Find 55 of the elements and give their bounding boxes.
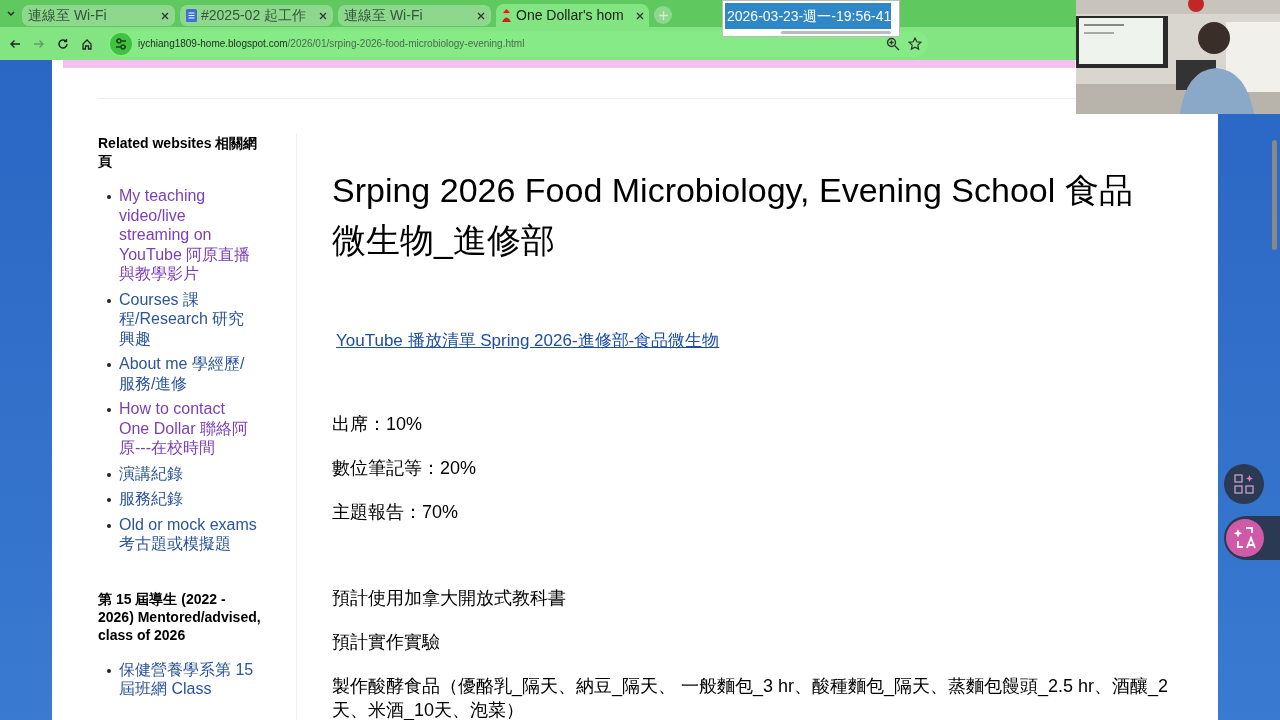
grid-sparkle-icon [1234,474,1254,494]
timestamp-text: 2026-03-23-週一-19:56-41 [725,3,891,29]
translate-icon [1226,519,1264,557]
document-icon [186,9,197,22]
address-bar[interactable]: iychiang1809-home.blogspot.com/2026/01/srping-2026-food-microbiology-evening.html [108,30,928,57]
close-icon[interactable] [319,11,327,20]
translate-button[interactable] [1224,516,1280,560]
browser-tab[interactable]: 連線至 Wi-Fi [22,5,175,26]
url-text: iychiang1809-home.blogspot.com/2026/01/srping-2026-food-microbiology-evening.html [138,37,525,51]
tab-title: 連線至 Wi-Fi [28,6,108,25]
bullet-icon [107,408,111,412]
close-icon[interactable] [161,11,169,20]
sidebar-link[interactable]: My teaching video/live streaming on YouTube 阿原直播與教學影片 [119,186,258,284]
paragraph: 製作酸酵食品（優酪乳_隔天、納豆_隔天、 一般麵包_3 hr、酸種麵包_隔天、蒸麵包饅頭_2.5 hr、酒釀_2天、米酒_10天、泡菜） [332,674,1170,720]
sidebar-link[interactable]: 保健營養學系第 15 屆班網 Class [119,659,258,699]
bullet-icon [107,472,111,477]
home-icon[interactable] [81,37,93,50]
bullet-icon [107,498,111,502]
sidebar-link[interactable]: About me 學經歷/服務/進修 [119,354,258,393]
bullet-icon [107,668,111,673]
scrollbar-thumb[interactable] [1272,140,1277,250]
browser-tab[interactable]: One Dollar's hom [496,4,649,27]
browser-tab[interactable]: 連線至 Wi-Fi [338,5,491,26]
tab-title: One Dollar's hom [516,6,625,25]
sidebar-link[interactable]: 演講紀錄 [119,463,258,483]
paragraph: 數位筆記等：20% [332,456,478,480]
bullet-icon [107,195,111,199]
back-arrow-icon[interactable] [9,37,21,50]
paragraph: 預計實作實驗 [332,630,441,654]
sidebar-heading: Related websites 相關網頁 [98,134,259,170]
post-title: Srping 2026 Food Microbiology, Evening School 食品微生物_進修部 [332,170,1134,261]
chevron-down-icon [7,10,15,16]
close-icon[interactable] [477,11,485,20]
site-info-icon[interactable] [110,32,132,55]
sidebar-link[interactable]: 服務紀錄 [119,489,258,509]
sidebar-heading: 第 15 屆導生 (2022 - 2026) Mentored/advised, class of 2026 [98,589,262,644]
paragraph: 出席：10% [332,412,424,436]
tab-title: #2025-02 起工作 [201,6,308,25]
sidebar-link[interactable]: Courses 課程/Research 研究興趣 [119,289,258,348]
paragraph: 主題報告：70% [332,500,460,524]
tab-title: 連線至 Wi-Fi [344,6,424,25]
close-icon[interactable] [636,11,644,20]
app-launcher-button[interactable] [1224,464,1264,504]
paragraph: 預計使用加拿大開放式教科書 [332,586,567,610]
bullet-icon [107,523,111,528]
playlist-link[interactable]: YouTube 播放清單 Spring 2026-進修部-食品微生物 [336,328,720,354]
bookmark-star-icon[interactable] [908,36,922,51]
reload-icon[interactable] [57,37,69,50]
sidebar-link[interactable]: How to contact One Dollar 聯絡阿原---在校時間 [119,399,258,458]
bullet-icon [107,363,111,367]
sidebar-link[interactable]: Old or mock exams 考古題或模擬題 [119,514,258,554]
bullet-icon [107,298,111,303]
figure-icon [501,9,512,22]
browser-tab[interactable]: #2025-02 起工作 [180,5,333,26]
plus-icon [658,10,668,20]
